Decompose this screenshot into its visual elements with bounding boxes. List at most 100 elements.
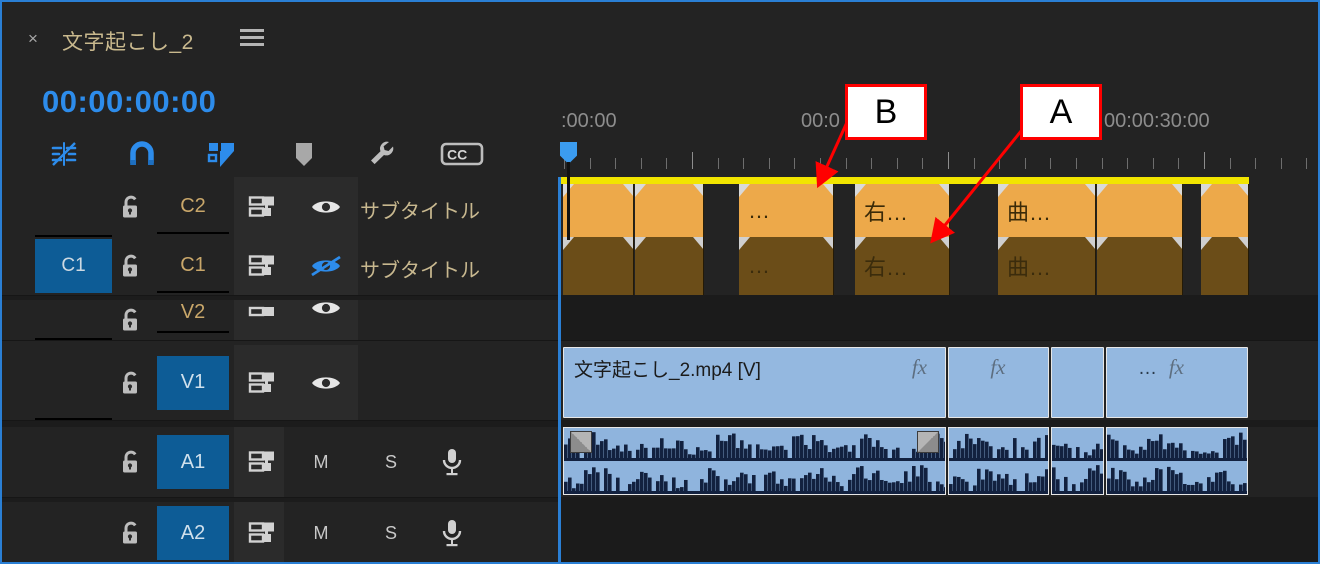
mute-button[interactable]: M <box>304 445 338 479</box>
video-clip[interactable] <box>1051 347 1104 418</box>
sync-lock-icon[interactable] <box>242 187 284 227</box>
timeline-toolbar: CC <box>42 134 512 176</box>
video-clip-name-truncated: … <box>1138 358 1157 379</box>
solo-button[interactable]: S <box>374 445 408 479</box>
track-header-v1[interactable]: V1 <box>2 345 558 420</box>
lock-icon[interactable] <box>118 369 148 397</box>
sync-lock-icon[interactable] <box>242 442 284 482</box>
caption-clip-marker <box>635 184 646 197</box>
caption-clip-marker <box>635 237 646 250</box>
microphone-icon[interactable] <box>434 515 470 551</box>
sync-lock-icon[interactable] <box>242 246 284 286</box>
timeline-group-divider <box>558 295 1318 300</box>
caption-clip-c1[interactable]: 右… <box>855 237 950 295</box>
caption-clip-marker <box>1172 184 1182 197</box>
video-clip[interactable]: fx <box>948 347 1049 418</box>
panel-tab-bar: × 文字起こし_2 <box>2 2 1318 64</box>
caption-clip-marker <box>1085 184 1095 197</box>
video-clip-name: 文字起こし_2.mp4 [V] <box>574 360 761 381</box>
snap-linked-icon[interactable] <box>42 134 86 174</box>
caption-clip-c2[interactable] <box>635 184 704 237</box>
closed-caption-icon[interactable]: CC <box>440 134 484 174</box>
track-header-v2[interactable]: V2 <box>2 300 558 340</box>
caption-clip-c1[interactable]: … <box>739 237 834 295</box>
close-icon[interactable]: × <box>28 30 38 47</box>
caption-clip-marker <box>623 237 633 250</box>
fx-badge-icon: fx <box>990 355 1006 379</box>
timeline-ruler[interactable]: :00:00 00:0 00 00:00:30:00 <box>558 64 1318 240</box>
audio-clip[interactable] <box>948 427 1049 495</box>
sync-lock-icon[interactable] <box>242 363 284 403</box>
track-name-button-a2[interactable]: A2 <box>157 506 229 560</box>
track-name-button-v1[interactable]: V1 <box>157 355 229 410</box>
track-header-a2[interactable]: A2 M S <box>2 502 558 562</box>
audio-clip[interactable] <box>1051 427 1104 495</box>
track-divider <box>2 340 558 341</box>
timeline-row-a2[interactable] <box>558 502 1318 562</box>
eye-visible-icon[interactable] <box>302 187 350 227</box>
playhead[interactable] <box>560 142 577 240</box>
audio-waveform-channel-2 <box>949 463 1048 494</box>
ruler-tick <box>666 158 668 169</box>
track-name-button-a1[interactable]: A1 <box>157 435 229 489</box>
ruler-tick <box>948 152 949 169</box>
eye-hidden-icon[interactable] <box>302 246 350 286</box>
caption-clip-c1[interactable] <box>1097 237 1183 295</box>
fade-out-handle[interactable] <box>917 431 939 453</box>
audio-clip[interactable] <box>563 427 946 495</box>
lock-icon[interactable] <box>118 252 148 280</box>
sync-lock-icon[interactable] <box>242 513 284 553</box>
track-divider <box>2 295 558 296</box>
video-clip[interactable]: 文字起こし_2.mp4 [V] fx <box>563 347 946 418</box>
lock-icon[interactable] <box>118 193 148 221</box>
ruler-tick <box>1101 158 1103 169</box>
audio-waveform-channel-1 <box>949 430 1048 461</box>
eye-visible-icon[interactable] <box>302 363 350 403</box>
track-header-a1[interactable]: A1 M S <box>2 427 558 497</box>
track-target-button-c1[interactable]: C1 <box>35 239 112 293</box>
linked-selection-icon[interactable] <box>200 134 244 174</box>
caption-clip-c2[interactable] <box>1201 184 1249 237</box>
sync-lock-icon[interactable] <box>242 300 284 322</box>
ruler-tick <box>1050 158 1052 169</box>
mute-button[interactable]: M <box>304 516 338 550</box>
caption-clip-marker <box>739 184 750 197</box>
caption-clip-c1[interactable] <box>635 237 704 295</box>
track-divider <box>2 497 558 498</box>
timeline-row-v2[interactable] <box>558 300 1318 340</box>
caption-clip-c2[interactable] <box>1097 184 1183 237</box>
ruler-tick <box>692 152 693 169</box>
timeline-track-area[interactable]: … 右… 曲… … 右… 曲… 文字起こし_2.mp4 [V] fx fx … fx <box>558 177 1318 562</box>
track-name-button-v2[interactable]: V2 <box>157 293 229 333</box>
caption-clip-c2[interactable]: … <box>739 184 834 237</box>
track-header-c2[interactable]: C2 サブタイトル <box>2 177 558 237</box>
magnet-snap-icon[interactable] <box>120 134 164 174</box>
microphone-icon[interactable] <box>434 444 470 480</box>
lock-icon[interactable] <box>118 519 148 547</box>
caption-clip-c1[interactable]: 曲… <box>998 237 1096 295</box>
annotation-label-b: B <box>845 84 927 140</box>
eye-visible-icon[interactable] <box>302 296 350 320</box>
caption-clip-c1[interactable] <box>563 237 634 295</box>
caption-clip-c2[interactable]: 曲… <box>998 184 1096 237</box>
solo-button[interactable]: S <box>374 516 408 550</box>
lock-icon[interactable] <box>118 448 148 476</box>
track-name-button-c1[interactable]: C1 <box>157 239 229 293</box>
track-header-c1[interactable]: C1 C1 サブタイトル <box>2 237 558 295</box>
fade-in-handle[interactable] <box>570 431 592 453</box>
lock-icon[interactable] <box>118 306 148 334</box>
caption-clip-c2[interactable]: 右… <box>855 184 950 237</box>
ruler-time-label: :00:00 <box>561 110 617 132</box>
hamburger-menu-icon[interactable] <box>240 29 264 47</box>
caption-clip-c1[interactable] <box>1201 237 1249 295</box>
ruler-tick <box>1306 158 1308 169</box>
caption-clip-marker <box>939 237 949 250</box>
track-name-button-c2[interactable]: C2 <box>157 180 229 234</box>
wrench-settings-icon[interactable] <box>360 134 404 174</box>
marker-icon[interactable] <box>282 134 326 174</box>
current-timecode[interactable]: 00:00:00:00 <box>42 84 216 120</box>
panel-title[interactable]: 文字起こし_2 <box>62 26 194 56</box>
audio-clip[interactable] <box>1106 427 1248 495</box>
video-clip[interactable]: … fx <box>1106 347 1248 418</box>
fx-badge-icon: fx <box>1168 355 1184 379</box>
